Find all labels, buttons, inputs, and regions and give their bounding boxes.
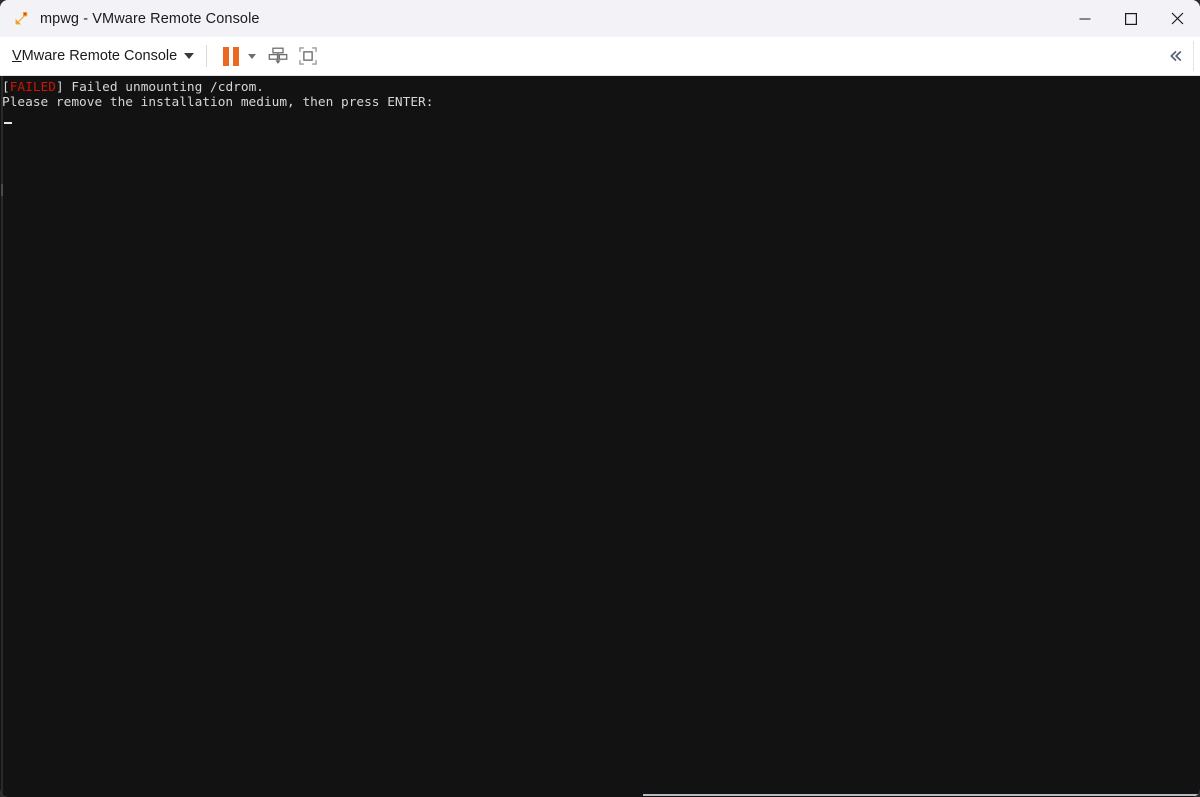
minimize-button[interactable] <box>1062 0 1108 37</box>
maximize-button[interactable] <box>1108 0 1154 37</box>
vmrc-menu-button[interactable]: VMware Remote Console <box>0 41 204 71</box>
power-dropdown[interactable] <box>245 41 263 71</box>
title-bar[interactable]: mpwg - VMware Remote Console <box>0 0 1200 37</box>
close-icon <box>1171 12 1183 25</box>
close-button[interactable] <box>1154 0 1200 37</box>
terminal-status-failed: FAILED <box>9 80 56 95</box>
vm-console-area[interactable]: [FAILED] Failed unmounting /cdrom. Pleas… <box>0 76 1200 797</box>
chevron-down-icon <box>184 53 195 59</box>
console-left-scroll-thumb[interactable] <box>1 184 3 196</box>
double-chevron-left-icon <box>1170 51 1182 61</box>
removable-devices-icon <box>268 47 288 64</box>
maximize-icon <box>1125 12 1137 25</box>
title-bar-left: mpwg - VMware Remote Console <box>0 0 1062 37</box>
pause-icon <box>219 46 243 66</box>
fullscreen-button[interactable] <box>293 41 323 71</box>
terminal-line1-rest: ] Failed unmounting /cdrom. <box>55 80 264 95</box>
toolbar-right-edge <box>1193 41 1194 71</box>
fullscreen-icon <box>299 47 317 65</box>
horizontal-scrollbar-thumb[interactable] <box>643 794 1200 796</box>
terminal-line: [FAILED] Failed unmounting /cdrom. <box>2 80 1200 95</box>
window-title: mpwg - VMware Remote Console <box>40 10 260 27</box>
chevron-down-icon <box>248 53 257 59</box>
window-controls <box>1062 0 1200 37</box>
vmrc-menu-rest: Mware Remote Console <box>21 48 178 64</box>
terminal-line: Please remove the installation medium, t… <box>2 95 434 111</box>
vmrc-menu-label: VMware Remote Console <box>12 48 177 64</box>
terminal-cursor-line <box>2 111 1200 126</box>
terminal-cursor <box>4 121 12 124</box>
terminal-bracket-open: [ <box>2 80 10 95</box>
vmrc-menu-mnemonic: V <box>12 48 22 64</box>
collapse-toolbar-button[interactable] <box>1161 41 1191 71</box>
horizontal-scrollbar[interactable] <box>0 793 1200 797</box>
removable-devices-button[interactable] <box>263 41 293 71</box>
minimize-icon <box>1079 18 1091 19</box>
vmware-vmrc-icon <box>11 9 31 29</box>
toolbar-right <box>1161 37 1200 75</box>
vmware-remote-console-window: mpwg - VMware Remote Console VMware Remo… <box>0 0 1200 797</box>
toolbar: VMware Remote Console <box>0 37 1200 76</box>
toolbar-separator <box>206 45 208 67</box>
pause-button[interactable] <box>215 41 245 71</box>
vm-console-screen[interactable]: [FAILED] Failed unmounting /cdrom. Pleas… <box>0 76 1200 797</box>
